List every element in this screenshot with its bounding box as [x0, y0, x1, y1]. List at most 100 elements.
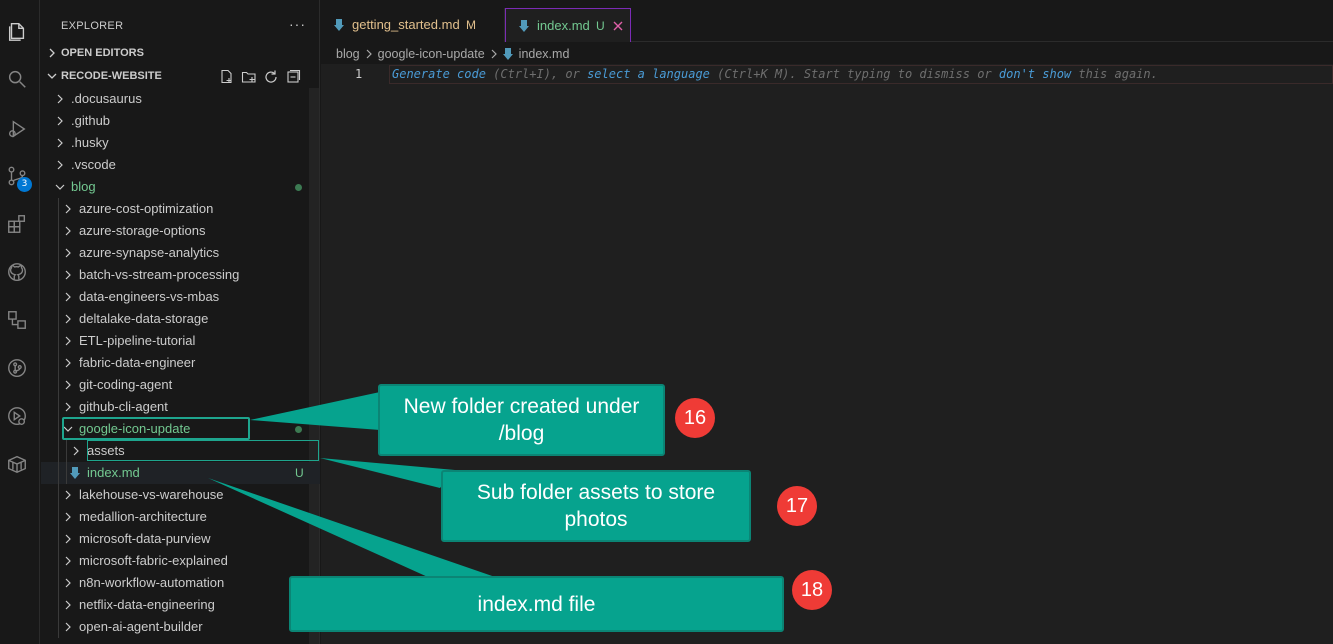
- untracked-status: U: [596, 19, 605, 33]
- editor-area[interactable]: 1 Generate code (Ctrl+I), or select a la…: [321, 64, 1333, 644]
- github-icon[interactable]: [6, 261, 28, 283]
- run-debug-icon[interactable]: [6, 118, 28, 140]
- tab-getting-started[interactable]: getting_started.md M: [321, 8, 505, 42]
- tree-item[interactable]: git-coding-agent: [41, 374, 320, 396]
- indent-guide: [58, 528, 59, 550]
- chevron-right-icon: [63, 226, 73, 236]
- tree-item[interactable]: fabric-data-engineer: [41, 352, 320, 374]
- tree-item-label: ETL-pipeline-tutorial: [79, 333, 196, 348]
- tree-item-label: fabric-data-engineer: [79, 355, 196, 370]
- hint-text: (Ctrl+I), or: [485, 67, 588, 81]
- indent-guide: [58, 506, 59, 528]
- project-section[interactable]: RECODE-WEBSITE: [41, 66, 320, 88]
- markdown-icon: [70, 467, 80, 479]
- tree-item[interactable]: .github: [41, 110, 320, 132]
- breadcrumb-item[interactable]: index.md: [519, 47, 570, 61]
- tree-item[interactable]: github-cli-agent: [41, 396, 320, 418]
- tree-item[interactable]: n8n-workflow-automation: [41, 572, 320, 594]
- tree-item-label: netflix-data-engineering: [79, 597, 215, 612]
- git-graph-icon[interactable]: [6, 357, 28, 379]
- tree-item-label: azure-cost-optimization: [79, 201, 214, 216]
- activity-bar: 3: [0, 0, 40, 644]
- search-icon[interactable]: [6, 68, 28, 90]
- new-folder-icon[interactable]: [241, 69, 257, 85]
- remote-explorer-icon[interactable]: [6, 309, 28, 331]
- indent-guide: [58, 616, 59, 638]
- open-editors-section[interactable]: OPEN EDITORS: [41, 43, 320, 65]
- tree-item-label: azure-synapse-analytics: [79, 245, 220, 260]
- breadcrumb-item[interactable]: blog: [336, 47, 360, 61]
- markdown-icon: [519, 20, 529, 32]
- indent-guide: [58, 352, 59, 374]
- chevron-right-icon: [55, 116, 65, 126]
- tab-label: index.md: [537, 18, 590, 33]
- indent-guide: [58, 572, 59, 594]
- annotation-highlight-folder: [62, 417, 250, 440]
- tree-item-label: .husky: [71, 135, 109, 150]
- tree-item-index-md[interactable]: index.md U: [41, 462, 320, 484]
- containers-icon[interactable]: [6, 453, 28, 475]
- tree-item[interactable]: .husky: [41, 132, 320, 154]
- hint-text: this again.: [1071, 67, 1158, 81]
- markdown-icon: [334, 19, 344, 31]
- tree-item[interactable]: deltalake-data-storage: [41, 308, 320, 330]
- close-icon[interactable]: [612, 20, 624, 32]
- tree-item[interactable]: azure-storage-options: [41, 220, 320, 242]
- extensions-icon[interactable]: [6, 213, 28, 235]
- project-label: RECODE-WEBSITE: [61, 70, 162, 82]
- indent-guide: [58, 418, 59, 440]
- indent-guide: [66, 462, 67, 484]
- step-number-badge: 16: [675, 398, 715, 438]
- tree-item-label: git-coding-agent: [79, 377, 173, 392]
- new-file-icon[interactable]: [219, 69, 235, 85]
- tree-item[interactable]: batch-vs-stream-processing: [41, 264, 320, 286]
- tree-item[interactable]: ETL-pipeline-tutorial: [41, 330, 320, 352]
- tree-item[interactable]: open-ai-agent-builder: [41, 616, 320, 638]
- explorer-icon[interactable]: [6, 20, 28, 42]
- chevron-right-icon: [63, 534, 73, 544]
- tree-item[interactable]: microsoft-data-purview: [41, 528, 320, 550]
- tab-index-md[interactable]: index.md U: [505, 8, 631, 42]
- tree-item[interactable]: data-engineers-vs-mbas: [41, 286, 320, 308]
- tree-item[interactable]: lakehouse-vs-warehouse: [41, 484, 320, 506]
- chevron-right-icon: [63, 270, 73, 280]
- modified-status: M: [466, 18, 476, 32]
- tree-item[interactable]: medallion-architecture: [41, 506, 320, 528]
- chevron-right-icon: [55, 138, 65, 148]
- hint-select-language-link[interactable]: select a language: [587, 67, 710, 81]
- indent-guide: [58, 484, 59, 506]
- tree-item-label: deltalake-data-storage: [79, 311, 209, 326]
- tree-item-label: .docusaurus: [71, 91, 142, 106]
- hint-dont-show-link[interactable]: don't show: [999, 67, 1071, 81]
- chevron-right-icon: [63, 556, 73, 566]
- testing-icon[interactable]: [6, 405, 28, 427]
- tree-item-label: .github: [71, 113, 111, 128]
- chevron-down-icon: [55, 182, 65, 192]
- tree-item-label: data-engineers-vs-mbas: [79, 289, 220, 304]
- breadcrumb-item[interactable]: google-icon-update: [378, 47, 485, 61]
- explorer-actions: [219, 69, 301, 85]
- chevron-right-icon: [71, 446, 81, 456]
- collapse-all-icon[interactable]: [285, 69, 301, 85]
- hint-text: (Ctrl+K M). Start typing to dismiss or: [709, 67, 999, 81]
- tree-item[interactable]: .vscode: [41, 154, 320, 176]
- editor-tabs: getting_started.md M index.md U: [321, 0, 1333, 42]
- tree-item[interactable]: azure-cost-optimization: [41, 198, 320, 220]
- more-actions-button[interactable]: ···: [289, 16, 306, 32]
- refresh-icon[interactable]: [263, 69, 279, 85]
- tree-item[interactable]: azure-synapse-analytics: [41, 242, 320, 264]
- tree-item[interactable]: netflix-data-engineering: [41, 594, 320, 616]
- chevron-right-icon: [47, 48, 57, 58]
- line-number: 1: [355, 67, 363, 81]
- tree-item-label: blog: [71, 179, 96, 194]
- chevron-right-icon: [63, 402, 73, 412]
- modified-dot: [295, 426, 302, 433]
- indent-guide: [58, 220, 59, 242]
- indent-guide: [58, 198, 59, 220]
- hint-generate-code-link[interactable]: Generate code: [392, 67, 486, 81]
- tree-item-label: batch-vs-stream-processing: [79, 267, 240, 282]
- tree-item[interactable]: .docusaurus: [41, 88, 320, 110]
- explorer-sidebar: EXPLORER ··· OPEN EDITORS RECODE-WEBSITE…: [41, 0, 320, 644]
- tree-item[interactable]: microsoft-fabric-explained: [41, 550, 320, 572]
- tree-item-blog[interactable]: blog: [41, 176, 320, 198]
